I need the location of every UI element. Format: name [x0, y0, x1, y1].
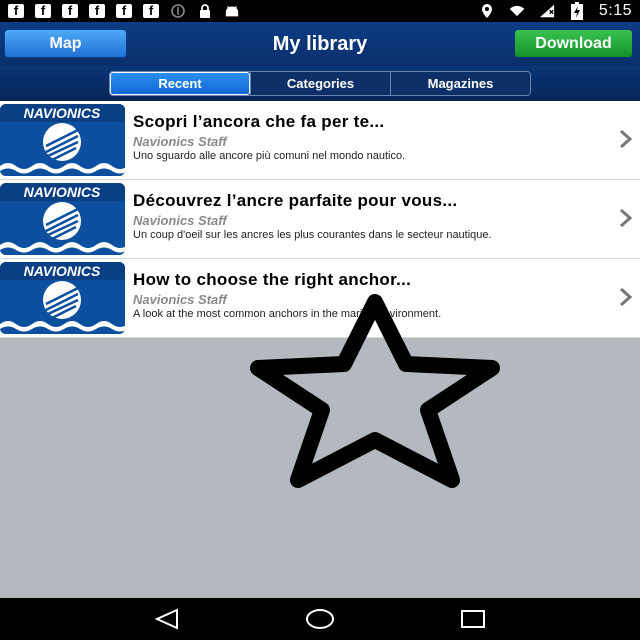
item-title: Scopri l’ancora che fa per te...	[133, 112, 385, 131]
circle-icon	[170, 4, 186, 18]
navionics-logo-icon: NAVIONICS	[0, 183, 125, 255]
status-time: 5:15	[598, 2, 632, 19]
facebook-icon: f	[62, 4, 78, 18]
home-icon[interactable]	[305, 607, 335, 631]
battery-icon	[569, 2, 585, 20]
back-icon[interactable]	[152, 607, 182, 631]
app-header: Map My library Download	[0, 22, 640, 66]
facebook-icon: f	[8, 4, 24, 18]
chevron-right-icon	[620, 129, 633, 149]
star-icon[interactable]	[240, 290, 510, 490]
navionics-logo-icon: NAVIONICS	[0, 104, 125, 176]
item-title: How to choose the right anchor...	[133, 270, 412, 289]
item-author: Navionics Staff	[133, 213, 227, 228]
status-bar: f f f f f f 5:15	[0, 0, 640, 22]
signal-icon	[539, 4, 555, 18]
facebook-icon: f	[116, 4, 132, 18]
recents-icon[interactable]	[458, 607, 488, 631]
facebook-icon: f	[89, 4, 105, 18]
facebook-icon: f	[35, 4, 51, 18]
wifi-icon	[509, 4, 525, 18]
item-title: Découvrez l’ancre parfaite pour vous...	[133, 191, 458, 210]
item-description: Uno sguardo alle ancore più comuni nel m…	[133, 150, 406, 162]
facebook-icon: f	[143, 4, 159, 18]
chevron-right-icon	[620, 208, 633, 228]
android-icon	[224, 4, 240, 18]
navigation-bar	[0, 598, 640, 640]
location-icon	[479, 4, 495, 18]
notification-icons: f f f f f f	[8, 4, 240, 18]
tab-recent[interactable]: Recent	[110, 72, 250, 95]
list-item[interactable]: NAVIONICS Découvrez l’ancre parfaite pou…	[0, 180, 640, 259]
lock-icon	[197, 4, 213, 18]
download-button[interactable]: Download	[515, 30, 632, 57]
segmented-control: Recent Categories Magazines	[109, 71, 531, 96]
map-button[interactable]: Map	[4, 29, 127, 58]
page-title: My library	[272, 32, 368, 55]
item-author: Navionics Staff	[133, 134, 227, 149]
tab-magazines[interactable]: Magazines	[390, 72, 530, 95]
chevron-right-icon	[620, 287, 633, 307]
tab-categories[interactable]: Categories	[250, 72, 390, 95]
svg-text:NAVIONICS: NAVIONICS	[24, 263, 101, 279]
svg-text:NAVIONICS: NAVIONICS	[24, 105, 101, 121]
item-description: Un coup d'oeil sur les ancres les plus c…	[133, 229, 492, 241]
navionics-logo-icon: NAVIONICS	[0, 262, 125, 334]
tab-bar: Recent Categories Magazines	[0, 66, 640, 101]
list-item[interactable]: NAVIONICS Scopri l’ancora che fa per te.…	[0, 101, 640, 180]
svg-text:NAVIONICS: NAVIONICS	[24, 184, 101, 200]
